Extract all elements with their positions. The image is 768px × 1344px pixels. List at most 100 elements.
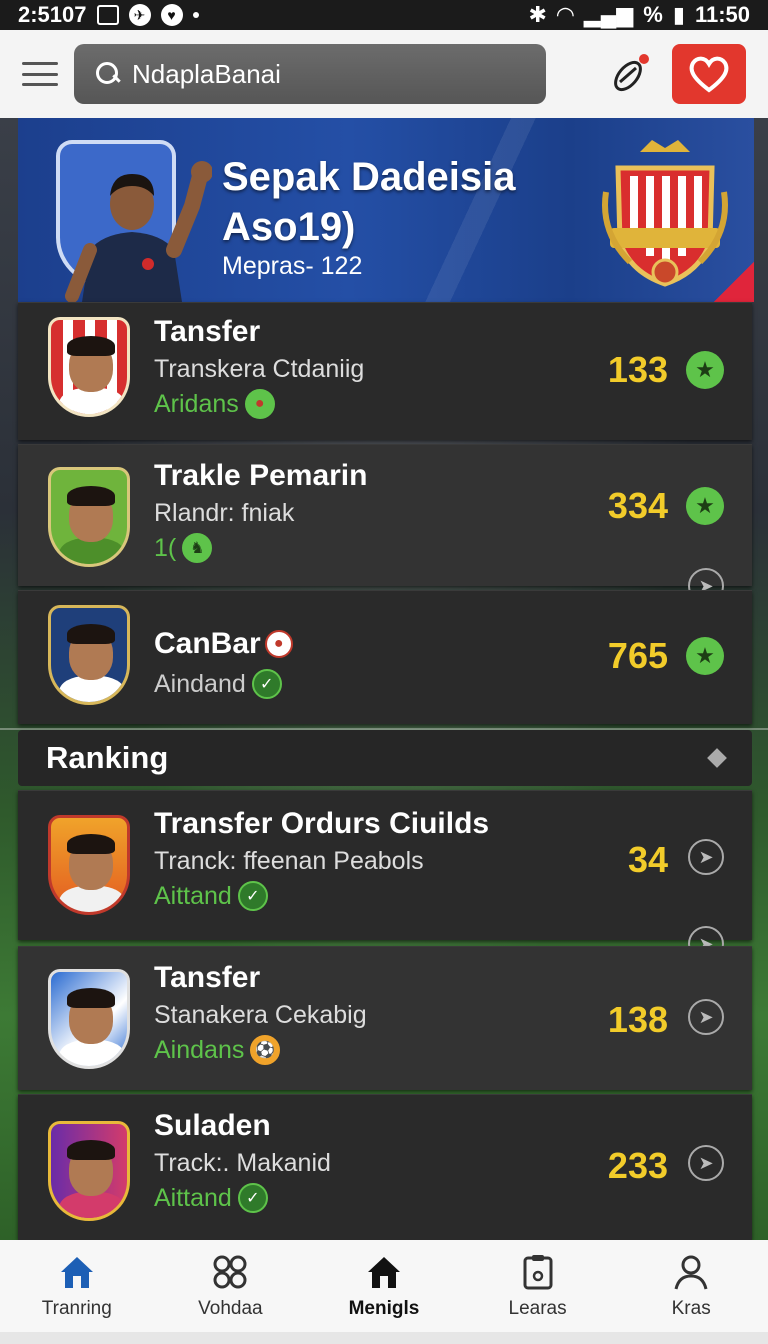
app-icon: ♥ xyxy=(160,4,183,26)
notification-dot-icon xyxy=(192,12,199,18)
item-score: 138 xyxy=(607,999,668,1040)
check-badge-icon: ✓ xyxy=(237,881,268,911)
hero-banner[interactable]: Sepak Dadeisia Aso19) Mepras- 122 xyxy=(18,118,754,302)
nav-item-learas[interactable]: Learas xyxy=(461,1240,615,1332)
nav-label: Vohdaa xyxy=(198,1298,263,1319)
check-badge-icon: ✓ xyxy=(237,1183,268,1213)
item-subtitle: Stanakera Cekabig xyxy=(154,1001,367,1029)
messenger-icon: ✈ xyxy=(128,4,151,26)
search-text: NdaplaBanai xyxy=(132,58,281,89)
team-badge-icon: ♞ xyxy=(182,533,213,563)
list-item[interactable]: Transfer Ordurs Ciuilds Tranck: ffeenan … xyxy=(18,790,752,940)
gesture-bar xyxy=(0,1332,768,1344)
nav-label: Menigls xyxy=(348,1298,420,1319)
league-crest-logo xyxy=(602,140,728,287)
football-notification-icon[interactable] xyxy=(608,52,652,96)
list-item[interactable]: Tansfer Transkera Ctdaniig Aridans ● 133… xyxy=(18,302,752,440)
nav-item-kras[interactable]: Kras xyxy=(614,1240,768,1332)
nav-label: Tranring xyxy=(41,1298,112,1319)
item-subtitle: Transkera Ctdaniig xyxy=(154,355,365,383)
battery-icon: ▮ xyxy=(672,2,685,27)
list-item[interactable]: CanBar ● Aindand ✓ 765 ★ xyxy=(18,590,752,724)
app-header: NdaplaBanai xyxy=(0,30,768,118)
check-badge-icon: ✓ xyxy=(251,669,282,699)
item-tag: Aridans ● xyxy=(154,389,275,419)
ranking-label: Ranking xyxy=(46,740,169,775)
item-title: Trakle Pemarin xyxy=(154,459,368,492)
search-input[interactable]: NdaplaBanai xyxy=(74,44,546,104)
status-time-left: 2:5107 xyxy=(18,2,87,27)
list-item[interactable]: Trakle Pemarin Rlandr: fniak 1( ♞ 334 ★ xyxy=(18,444,752,586)
search-icon xyxy=(96,62,120,86)
item-tag: Aittand ✓ xyxy=(154,881,268,911)
list-item[interactable]: Tansfer Stanakera Cekabig Aindans ⚽ 138 … xyxy=(18,946,752,1090)
club-crest-icon xyxy=(48,317,130,417)
item-subtitle: Track:. Makanid xyxy=(154,1149,331,1177)
screenshot-icon xyxy=(96,5,119,25)
item-title: Tansfer xyxy=(154,315,261,348)
club-crest-icon xyxy=(48,815,130,915)
wifi-icon: ◠ xyxy=(556,2,574,27)
item-tag-label: 1( xyxy=(154,533,177,562)
bottom-navigation: Tranring Vohdaa Menigls Learas Kras xyxy=(0,1240,768,1332)
star-icon[interactable]: ★ xyxy=(686,637,724,675)
share-icon[interactable]: ➤ xyxy=(688,999,724,1035)
item-tag-label: Aindans xyxy=(154,1035,245,1064)
item-score: 34 xyxy=(627,839,668,880)
share-icon[interactable]: ➤ xyxy=(688,839,724,875)
star-icon[interactable]: ★ xyxy=(686,351,724,389)
item-tag-label: Aridans xyxy=(154,389,239,418)
home-icon xyxy=(60,1257,93,1288)
item-tag: Aindand ✓ xyxy=(154,669,282,699)
hero-subtitle: Mepras- 122 xyxy=(222,252,363,280)
ball-badge-icon: ⚽ xyxy=(250,1035,281,1065)
ranking-section-header[interactable]: Ranking xyxy=(18,730,752,786)
item-tag: 1( ♞ xyxy=(154,533,213,563)
item-score: 233 xyxy=(607,1145,668,1186)
item-score: 133 xyxy=(607,349,668,390)
heart-icon xyxy=(689,56,729,93)
status-time-right: 11:50 xyxy=(694,2,750,27)
club-crest-icon xyxy=(48,605,130,705)
item-subtitle: Tranck: ffeenan Peabols xyxy=(154,847,424,875)
nav-item-menigls[interactable]: Menigls xyxy=(307,1240,461,1332)
status-bar: 2:5107 ✈ ♥ ✱ ◠ ▂▄▆ % ▮ 11:50 xyxy=(0,0,768,30)
item-score: 334 xyxy=(607,485,668,526)
club-crest-icon xyxy=(48,467,130,567)
share-icon[interactable]: ➤ xyxy=(688,1145,724,1181)
item-tag-label: Aittand xyxy=(154,881,232,910)
item-title-text: CanBar xyxy=(154,627,261,660)
home-icon xyxy=(367,1257,400,1288)
item-subtitle: Rlandr: fniak xyxy=(154,499,295,527)
item-tag-label: Aindand xyxy=(154,669,246,698)
team-badge-icon: ● xyxy=(244,389,275,419)
clipboard-icon xyxy=(523,1255,553,1290)
item-title: Transfer Ordurs Ciuilds xyxy=(154,807,490,840)
item-title: CanBar ● xyxy=(154,627,293,661)
bluetooth-icon: ✱ xyxy=(528,2,547,27)
hamburger-menu-icon[interactable] xyxy=(22,62,58,86)
item-tag: Aittand ✓ xyxy=(154,1183,268,1213)
profile-icon xyxy=(674,1255,708,1290)
nav-label: Kras xyxy=(671,1298,711,1319)
item-title: Tansfer xyxy=(154,961,261,994)
team-badge-icon: ● xyxy=(264,630,293,658)
nav-label: Learas xyxy=(508,1298,567,1319)
star-icon[interactable]: ★ xyxy=(686,487,724,525)
favorite-button[interactable] xyxy=(672,44,746,104)
list-item[interactable]: Suladen Track:. Makanid Aittand ✓ 233 ➤ xyxy=(18,1094,752,1240)
item-tag-label: Aittand xyxy=(154,1183,232,1212)
signal-icon: ▂▄▆ xyxy=(583,2,634,27)
battery-percent: % xyxy=(643,2,663,27)
hero-title: Sepak Dadeisia Aso19) xyxy=(222,155,516,249)
club-crest-icon xyxy=(48,969,130,1069)
item-tag: Aindans ⚽ xyxy=(154,1035,281,1065)
nav-item-tranring[interactable]: Tranring xyxy=(0,1240,154,1332)
item-title: Suladen xyxy=(154,1109,271,1142)
club-crest-icon xyxy=(48,1121,130,1221)
player-photo xyxy=(65,161,212,302)
nav-item-vohdaa[interactable]: Vohdaa xyxy=(154,1240,308,1332)
diamond-icon[interactable] xyxy=(707,748,727,768)
grid-icon xyxy=(213,1255,247,1289)
item-score: 765 xyxy=(607,635,668,676)
